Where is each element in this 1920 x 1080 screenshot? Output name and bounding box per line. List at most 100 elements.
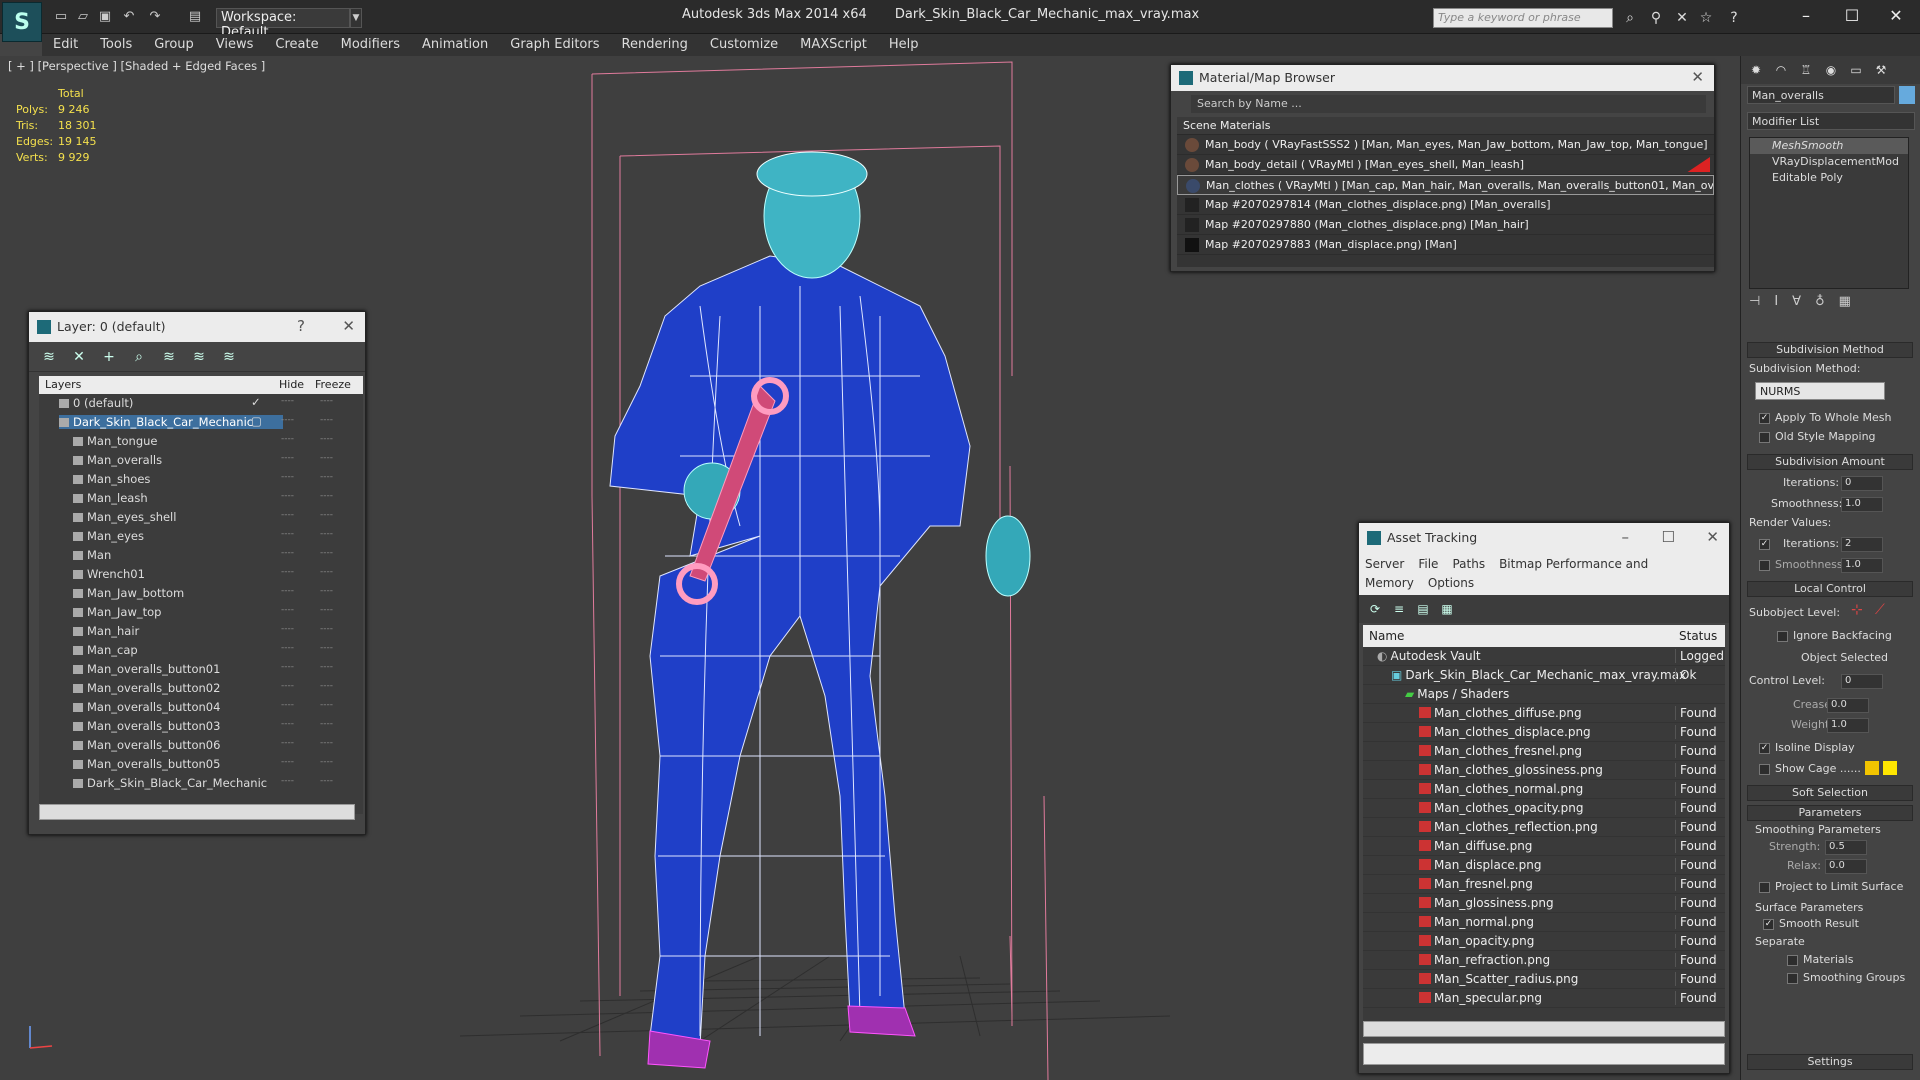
- asset-row[interactable]: Man_fresnel.png Found: [1363, 875, 1725, 894]
- binoculars-icon[interactable]: ⌕: [1620, 8, 1640, 28]
- new-file-icon[interactable]: ▭: [52, 8, 70, 26]
- freeze-toggle[interactable]: ----: [320, 738, 333, 748]
- layer-row[interactable]: Man_overalls_button03 ---- ----: [39, 717, 363, 736]
- show-cage-checkbox[interactable]: [1759, 764, 1770, 775]
- material-row[interactable]: Man_body ( VRayFastSSS2 ) [Man, Man_eyes…: [1177, 135, 1714, 155]
- freeze-toggle[interactable]: ----: [320, 605, 333, 615]
- freeze-toggle[interactable]: ----: [320, 396, 333, 406]
- delete-layer-icon[interactable]: ✕: [67, 346, 91, 368]
- layer-row[interactable]: Man_overalls_button06 ---- ----: [39, 736, 363, 755]
- layer-row[interactable]: Man_overalls_button05 ---- ----: [39, 755, 363, 774]
- open-file-icon[interactable]: ▱: [74, 8, 92, 26]
- layer-row[interactable]: Man_hair ---- ----: [39, 622, 363, 641]
- hide-toggle[interactable]: ----: [281, 757, 294, 767]
- freeze-toggle[interactable]: ----: [320, 662, 333, 672]
- asset-row[interactable]: Man_Scatter_radius.png Found: [1363, 970, 1725, 989]
- freeze-toggle[interactable]: ----: [320, 700, 333, 710]
- layer-row[interactable]: Man_shoes ---- ----: [39, 470, 363, 489]
- asset-row[interactable]: ◐Autodesk Vault Logged Out: [1363, 647, 1725, 666]
- edge-icon[interactable]: ⟋: [1875, 602, 1885, 618]
- settings-rollout[interactable]: Settings: [1747, 1054, 1913, 1070]
- make-unique-icon[interactable]: ∀: [1792, 294, 1801, 309]
- isoline-display-checkbox[interactable]: ✓: [1759, 743, 1770, 754]
- list-view-icon[interactable]: ≡: [1389, 599, 1409, 619]
- layer-row[interactable]: Man_eyes_shell ---- ----: [39, 508, 363, 527]
- workspace-dropdown[interactable]: Workspace: Default: [216, 8, 350, 40]
- smooth-result-checkbox[interactable]: ✓: [1763, 919, 1774, 930]
- asset-row[interactable]: Man_clothes_diffuse.png Found: [1363, 704, 1725, 723]
- status-column[interactable]: Status: [1679, 629, 1717, 643]
- asset-row[interactable]: Man_clothes_fresnel.png Found: [1363, 742, 1725, 761]
- close-icon[interactable]: ✕: [1691, 68, 1704, 86]
- layer-row[interactable]: Man_tongue ---- ----: [39, 432, 363, 451]
- freeze-toggle[interactable]: ----: [320, 757, 333, 767]
- highlight-layer-icon[interactable]: ≋: [157, 346, 181, 368]
- object-name-input[interactable]: Man_overalls: [1747, 86, 1895, 104]
- hide-toggle[interactable]: ----: [281, 472, 294, 482]
- layer-row[interactable]: Man_overalls_button02 ---- ----: [39, 679, 363, 698]
- freeze-toggle[interactable]: ----: [320, 586, 333, 596]
- modify-tab-icon[interactable]: ◠: [1770, 59, 1792, 81]
- create-tab-icon[interactable]: ✹: [1745, 59, 1767, 81]
- hide-toggle[interactable]: ----: [281, 434, 294, 444]
- render-iterations-spinner[interactable]: 2: [1841, 537, 1883, 552]
- asset-row[interactable]: Man_displace.png Found: [1363, 856, 1725, 875]
- layer-row[interactable]: Man_eyes ---- ----: [39, 527, 363, 546]
- relax-spinner[interactable]: 0.0: [1825, 859, 1867, 874]
- subdivision-method-dropdown[interactable]: NURMS: [1755, 382, 1885, 400]
- name-column[interactable]: Name: [1369, 629, 1404, 643]
- material-row[interactable]: Map #2070297883 (Man_displace.png) [Man]: [1177, 235, 1714, 255]
- separate-materials-checkbox[interactable]: [1787, 955, 1798, 966]
- freeze-toggle[interactable]: ----: [320, 681, 333, 691]
- save-icon[interactable]: ▣: [96, 8, 114, 26]
- freeze-toggle[interactable]: ----: [320, 510, 333, 520]
- material-row[interactable]: Map #2070297880 (Man_clothes_displace.pn…: [1177, 215, 1714, 235]
- help-icon[interactable]: ?: [297, 317, 305, 335]
- iterations-spinner[interactable]: 0: [1841, 476, 1883, 491]
- layer-row[interactable]: Man_overalls_button01 ---- ----: [39, 660, 363, 679]
- pin-stack-icon[interactable]: ⊣: [1749, 294, 1760, 309]
- search-icon[interactable]: ⚲: [1646, 8, 1666, 28]
- maximize-icon[interactable]: ☐: [1832, 4, 1872, 28]
- hide-toggle[interactable]: ----: [281, 415, 294, 425]
- layer-state-box-icon[interactable]: ▢: [251, 414, 262, 428]
- freeze-toggle[interactable]: ----: [320, 434, 333, 444]
- freeze-toggle[interactable]: ----: [320, 548, 333, 558]
- freeze-toggle[interactable]: ----: [320, 567, 333, 577]
- show-end-result-icon[interactable]: Ⅰ: [1774, 294, 1778, 309]
- menu-item-customize[interactable]: Customize: [699, 34, 789, 55]
- menu-item-views[interactable]: Views: [205, 34, 265, 55]
- minimize-icon[interactable]: –: [1786, 4, 1826, 28]
- undo-icon[interactable]: ↶: [120, 8, 138, 26]
- menu-item-animation[interactable]: Animation: [411, 34, 499, 55]
- asset-menu-options[interactable]: Options: [1428, 576, 1474, 590]
- layer-row[interactable]: Man_leash ---- ----: [39, 489, 363, 508]
- hide-toggle[interactable]: ----: [281, 586, 294, 596]
- menu-item-graph-editors[interactable]: Graph Editors: [499, 34, 610, 55]
- menu-item-edit[interactable]: Edit: [42, 34, 89, 55]
- asset-row[interactable]: Man_glossiness.png Found: [1363, 894, 1725, 913]
- search-input[interactable]: Type a keyword or phrase: [1433, 8, 1613, 28]
- layer-row[interactable]: Man_Jaw_top ---- ----: [39, 603, 363, 622]
- control-level-spinner[interactable]: 0: [1841, 674, 1883, 689]
- asset-row[interactable]: ▣ Dark_Skin_Black_Car_Mechanic_max_vray.m…: [1363, 666, 1725, 685]
- object-color-swatch[interactable]: [1899, 86, 1915, 104]
- render-smoothness-spinner[interactable]: 1.0: [1841, 558, 1883, 573]
- menu-item-help[interactable]: Help: [878, 34, 930, 55]
- cage-color-swatch[interactable]: [1865, 761, 1879, 775]
- weight-spinner[interactable]: 1.0: [1827, 718, 1869, 733]
- hide-toggle[interactable]: ----: [281, 567, 294, 577]
- strength-spinner[interactable]: 0.5: [1825, 840, 1867, 855]
- freeze-all-icon[interactable]: ≋: [217, 346, 241, 368]
- hide-toggle[interactable]: ----: [281, 453, 294, 463]
- stack-item-editable-poly[interactable]: Editable Poly: [1750, 170, 1908, 186]
- maximize-icon[interactable]: ☐: [1662, 528, 1675, 546]
- old-style-mapping-checkbox[interactable]: [1759, 432, 1770, 443]
- material-row[interactable]: Man_clothes ( VRayMtl ) [Man_cap, Man_ha…: [1177, 175, 1714, 195]
- table-view-icon[interactable]: ▦: [1437, 599, 1457, 619]
- hide-toggle[interactable]: ----: [281, 491, 294, 501]
- hide-toggle[interactable]: ----: [281, 529, 294, 539]
- layer-row[interactable]: Man_Jaw_bottom ---- ----: [39, 584, 363, 603]
- local-control-rollout[interactable]: Local Control: [1747, 581, 1913, 597]
- layer-row[interactable]: Dark_Skin_Black_Car_Mechanic ▢ ---- ----: [39, 413, 363, 432]
